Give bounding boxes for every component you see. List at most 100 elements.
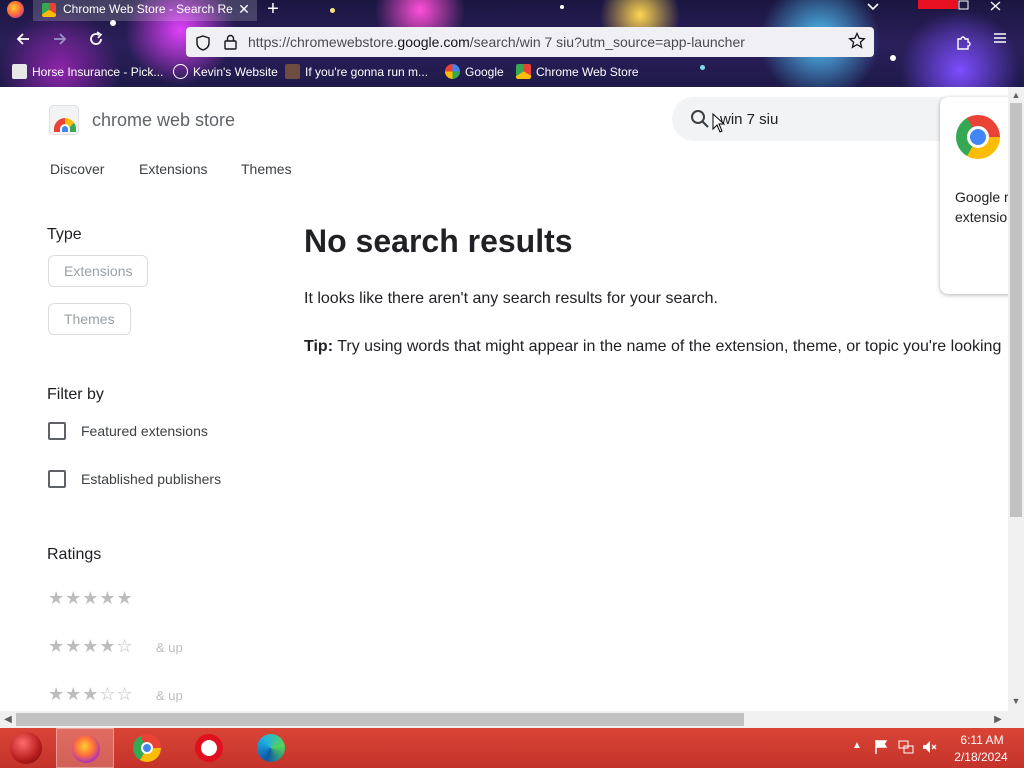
reload-button[interactable]	[83, 29, 109, 55]
rating-3-suffix[interactable]: & up	[156, 688, 183, 703]
firefox-icon[interactable]	[7, 1, 24, 18]
edge-icon	[257, 734, 285, 762]
search-icon[interactable]	[690, 109, 710, 129]
horse-insurance-favicon-icon	[12, 64, 27, 79]
horizontal-scrollbar[interactable]: ◀ ▶	[0, 711, 1008, 728]
nav-themes[interactable]: Themes	[241, 161, 292, 177]
taskbar-chrome[interactable]	[118, 728, 176, 768]
results-tip: Tip: Try using words that might appear i…	[304, 338, 1008, 356]
list-all-tabs-icon[interactable]	[864, 0, 882, 18]
bookmark-label: Google	[465, 65, 504, 79]
bookmark-google[interactable]: Google	[445, 64, 504, 82]
rating-3-stars[interactable]: ★★★☆☆	[48, 684, 134, 705]
scroll-up-arrow-icon[interactable]: ▲	[1008, 87, 1024, 103]
bookmarks-toolbar: Horse Insurance - Pick... Kevin's Websit…	[0, 61, 1024, 85]
google-account-popup[interactable]: Google r extensio	[940, 97, 1008, 294]
taskbar-opera[interactable]	[180, 728, 238, 768]
taskbar-firefox[interactable]	[56, 728, 114, 768]
browser-window: Chrome Web Store - Search Res ✕ + https:…	[0, 0, 1024, 728]
navigation-bar: https://chromewebstore.google.com/search…	[0, 25, 1024, 59]
bookmark-label: Kevin's Website	[193, 65, 278, 79]
established-publishers-checkbox[interactable]	[48, 470, 66, 488]
rating-5-stars[interactable]: ★★★★★	[48, 588, 134, 609]
tip-text: Try using words that might appear in the…	[333, 338, 1002, 355]
window-maximize-button[interactable]	[958, 0, 978, 10]
chrome-web-store-favicon-icon	[516, 64, 531, 79]
results-title: No search results	[304, 223, 573, 259]
chrome-logo-center	[967, 126, 989, 148]
show-hidden-icons-icon[interactable]: ▲	[852, 740, 864, 754]
hamburger-menu-icon[interactable]	[990, 31, 1010, 51]
nav-discover[interactable]: Discover	[50, 161, 104, 177]
lock-icon[interactable]	[224, 34, 237, 50]
featured-extensions-label[interactable]: Featured extensions	[81, 423, 208, 439]
vertical-scrollbar[interactable]: ▲ ▼	[1008, 87, 1024, 711]
soccer-favicon-icon	[285, 64, 300, 79]
taskbar-edge[interactable]	[242, 728, 300, 768]
bookmark-star-icon[interactable]	[848, 31, 866, 50]
bookmark-kevins-website[interactable]: Kevin's Website	[173, 64, 278, 82]
store-name[interactable]: chrome web store	[92, 110, 235, 131]
google-g-icon	[445, 64, 460, 79]
tab-close-icon[interactable]: ✕	[236, 0, 252, 20]
start-button[interactable]	[10, 732, 42, 764]
new-tab-button[interactable]: +	[263, 0, 283, 20]
scroll-left-arrow-icon[interactable]: ◀	[0, 711, 16, 728]
bookmark-label: If you're gonna run m...	[305, 65, 429, 79]
tab-chrome-web-store[interactable]: Chrome Web Store - Search Res ✕	[33, 0, 257, 21]
established-publishers-label[interactable]: Established publishers	[81, 471, 221, 487]
scroll-down-arrow-icon[interactable]: ▼	[1008, 693, 1024, 709]
horizontal-scroll-thumb[interactable]	[16, 713, 744, 726]
popup-text-line: Google r	[955, 189, 1008, 205]
bookmark-if-youre-gonna[interactable]: If you're gonna run m...	[285, 64, 428, 82]
window-minimize-button[interactable]	[918, 0, 958, 9]
type-chip-extensions[interactable]: Extensions	[48, 255, 149, 287]
logo-dot	[60, 124, 70, 132]
globe-icon	[173, 64, 188, 79]
url-path: /search/win 7 siu?utm_source=app-launche…	[469, 34, 745, 50]
chrome-web-store-favicon-icon	[42, 3, 56, 17]
browser-toolbar-area: Chrome Web Store - Search Res ✕ + https:…	[0, 0, 1024, 87]
rating-4-suffix[interactable]: & up	[156, 640, 183, 655]
tab-title: Chrome Web Store - Search Res	[63, 2, 233, 16]
nav-extensions[interactable]: Extensions	[139, 161, 207, 177]
bookmark-chrome-web-store[interactable]: Chrome Web Store	[516, 64, 639, 82]
chrome-icon	[133, 734, 161, 762]
back-button[interactable]	[10, 29, 36, 55]
results-description: It looks like there aren't any search re…	[304, 290, 718, 307]
url-domain: google.com	[397, 34, 470, 50]
rating-4-stars[interactable]: ★★★★☆	[48, 636, 134, 657]
scroll-right-arrow-icon[interactable]: ▶	[990, 711, 1006, 728]
clock-date[interactable]: 2/18/2024	[948, 750, 1014, 764]
type-heading: Type	[47, 226, 82, 243]
popup-text-line: extensio	[955, 209, 1008, 225]
url-text[interactable]: https://chromewebstore.google.com/search…	[248, 34, 828, 52]
filter-heading: Filter by	[47, 386, 104, 403]
extensions-puzzle-icon[interactable]	[955, 33, 973, 51]
clock-time[interactable]: 6:11 AM	[952, 733, 1012, 747]
network-icon[interactable]	[898, 739, 914, 755]
volume-muted-icon[interactable]	[921, 739, 937, 755]
type-chip-themes[interactable]: Themes	[48, 303, 131, 335]
chrome-logo-icon	[956, 115, 1000, 159]
featured-extensions-checkbox[interactable]	[48, 422, 66, 440]
address-bar[interactable]: https://chromewebstore.google.com/search…	[186, 27, 874, 57]
forward-button[interactable]	[47, 29, 73, 55]
vertical-scroll-thumb[interactable]	[1010, 103, 1022, 517]
web-page: chrome web store Discover Extensions The…	[0, 87, 1008, 711]
tab-bar: Chrome Web Store - Search Res ✕ +	[0, 0, 1024, 24]
search-input[interactable]	[720, 108, 950, 130]
bookmark-label: Chrome Web Store	[536, 65, 639, 79]
tip-label: Tip:	[304, 338, 334, 355]
firefox-icon	[72, 735, 100, 763]
popup-text: Google r extensio	[955, 187, 1008, 227]
tracking-protection-shield-icon[interactable]	[196, 35, 210, 51]
action-center-flag-icon[interactable]	[874, 739, 890, 755]
taskbar: ▲ 6:11 AM 2/18/2024	[0, 728, 1024, 768]
window-close-button[interactable]	[990, 0, 1010, 14]
mouse-cursor-icon	[712, 112, 726, 133]
bookmark-horse-insurance[interactable]: Horse Insurance - Pick...	[12, 64, 163, 82]
scrollbar-corner	[1008, 711, 1024, 728]
chrome-web-store-logo-icon[interactable]	[49, 105, 79, 135]
ratings-heading: Ratings	[47, 546, 102, 563]
